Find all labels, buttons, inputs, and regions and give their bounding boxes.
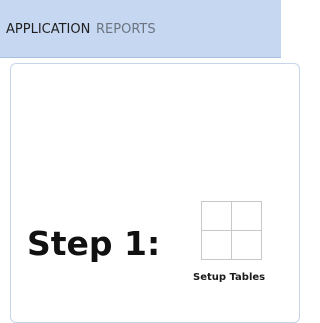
grid-icon[interactable] bbox=[201, 201, 262, 260]
setup-tables-label[interactable]: Setup Tables bbox=[193, 272, 265, 284]
top-navigation-bar: APPLICATION REPORTS bbox=[0, 0, 281, 58]
content-panel bbox=[10, 63, 300, 323]
tab-application[interactable]: APPLICATION bbox=[6, 22, 90, 38]
step-heading: Step 1: bbox=[27, 224, 161, 263]
tab-reports[interactable]: REPORTS bbox=[96, 22, 156, 38]
